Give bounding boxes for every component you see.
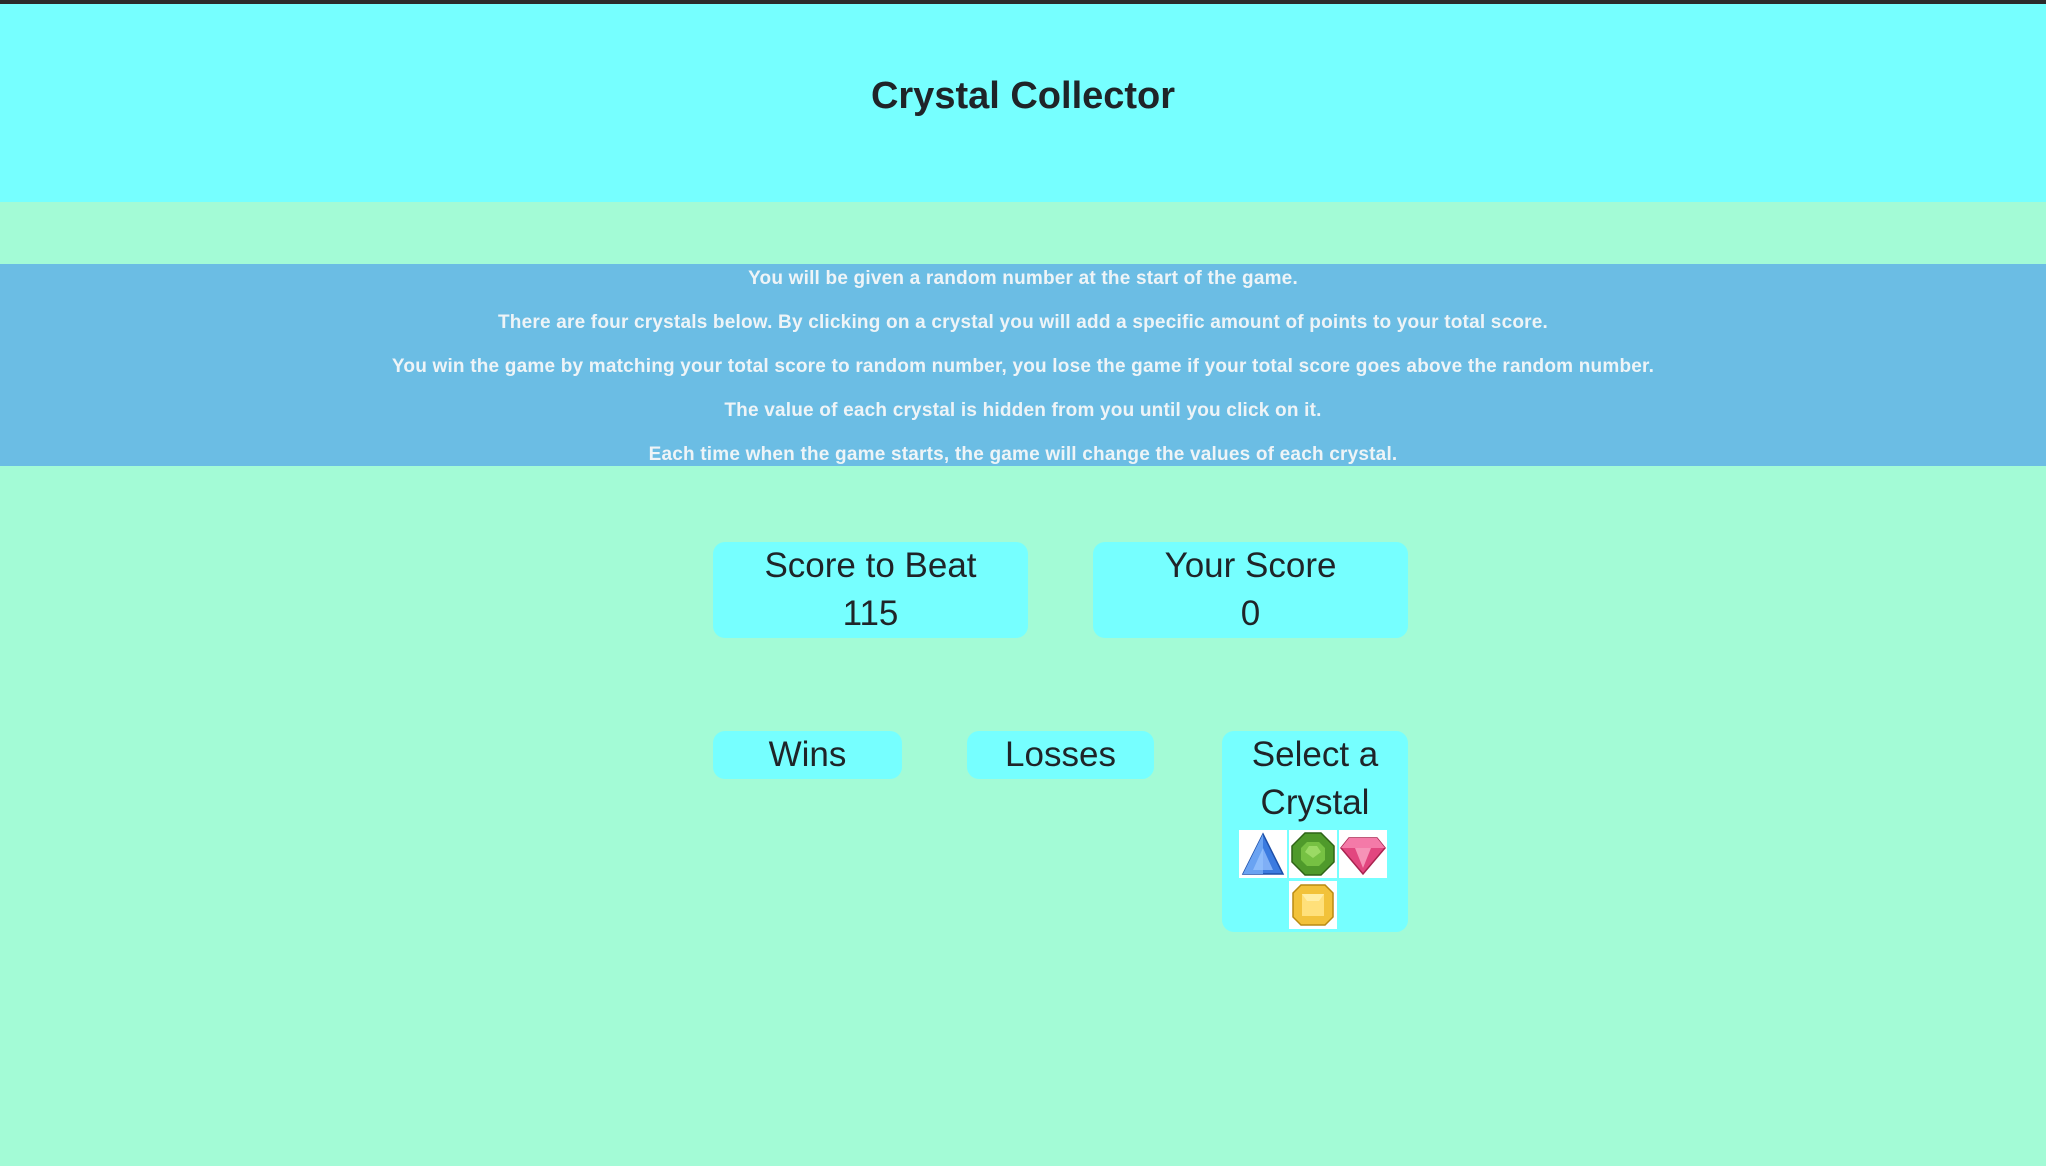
instruction-line: You win the game by matching your total … [391, 356, 1655, 377]
instruction-line: Each time when the game starts, the game… [648, 444, 1398, 465]
crystal-selector-label: Select a Crystal [1251, 735, 1379, 822]
wins-box: Wins [713, 731, 902, 779]
instructions-panel: You will be given a random number at the… [0, 264, 2046, 466]
your-score-value: 0 [1240, 594, 1261, 633]
losses-box: Losses [967, 731, 1154, 779]
score-to-beat-value: 115 [842, 594, 899, 633]
blue-crystal-icon[interactable] [1239, 830, 1287, 878]
page-title: Crystal Collector [870, 75, 1176, 117]
yellow-crystal-icon[interactable] [1289, 881, 1337, 929]
your-score-label: Your Score [1164, 546, 1337, 585]
score-to-beat-box: Score to Beat 115 [713, 542, 1028, 638]
score-to-beat-label: Score to Beat [764, 546, 977, 585]
page-header: Crystal Collector [0, 4, 2046, 202]
crystal-selector-box: Select a Crystal [1222, 731, 1408, 932]
instruction-line: You will be given a random number at the… [748, 268, 1298, 289]
instruction-line: There are four crystals below. By clicki… [497, 312, 1548, 333]
instruction-line: The value of each crystal is hidden from… [724, 400, 1322, 421]
green-crystal-icon[interactable] [1289, 830, 1337, 878]
pink-crystal-icon[interactable] [1339, 830, 1387, 878]
losses-label: Losses [1005, 735, 1116, 774]
your-score-box: Your Score 0 [1093, 542, 1408, 638]
wins-label: Wins [768, 735, 847, 774]
